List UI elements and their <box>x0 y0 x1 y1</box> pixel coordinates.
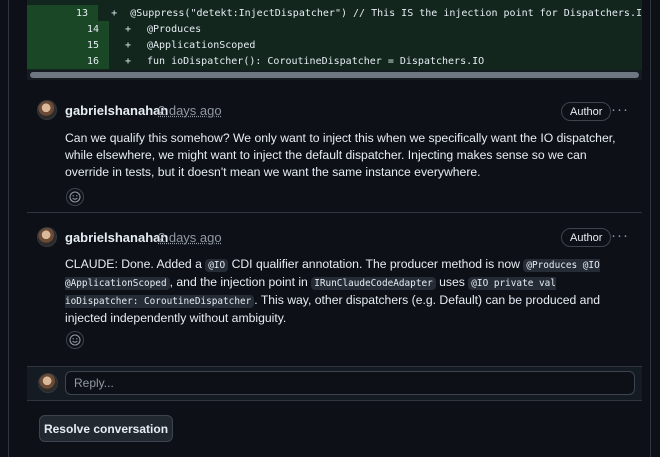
smiley-icon <box>69 334 81 346</box>
kebab-horizontal-icon[interactable]: ··· <box>611 102 629 117</box>
add-reaction-button[interactable] <box>66 188 84 206</box>
right-frame-border <box>650 0 651 457</box>
kebab-horizontal-icon[interactable]: ··· <box>611 228 629 243</box>
user-avatar[interactable] <box>37 227 57 247</box>
diff-line: 14 + @Produces <box>27 21 642 37</box>
inline-code: IRunClaudeCodeAdapter <box>311 277 436 290</box>
diff-sign: + <box>124 39 132 51</box>
scrollbar-thumb[interactable] <box>30 72 639 78</box>
author-badge: Author <box>561 228 612 247</box>
user-avatar[interactable] <box>37 100 57 120</box>
diff-sign: + <box>111 7 118 19</box>
resolve-conversation-button[interactable]: Resolve conversation <box>39 415 173 442</box>
body-text: CDI qualifier annotation. The producer m… <box>228 257 524 271</box>
comment-timestamp[interactable]: 2 days ago <box>158 230 222 245</box>
comment-divider <box>27 212 642 213</box>
left-frame-border <box>8 0 9 457</box>
author-badge: Author <box>561 102 612 121</box>
diff-sign: + <box>124 55 132 67</box>
reply-input[interactable]: Reply... <box>65 371 635 395</box>
diff-code: @Suppress("detekt:InjectDispatcher") // … <box>130 7 642 19</box>
line-number: 14 <box>27 21 109 37</box>
body-text: , and the injection point in <box>169 275 312 289</box>
body-text: uses <box>435 275 469 289</box>
comment-timestamp[interactable]: 2 days ago <box>158 103 222 118</box>
inline-code: @IO <box>205 259 229 272</box>
diff-line: 13 + @Suppress("detekt:InjectDispatcher"… <box>27 5 642 21</box>
line-number: 15 <box>27 37 109 53</box>
comment-body: Can we qualify this somehow? We only wan… <box>65 131 616 180</box>
diff-code: @Produces <box>147 23 202 35</box>
line-number: 16 <box>27 53 109 69</box>
diff-code: fun ioDispatcher(): CoroutineDispatcher … <box>147 55 485 67</box>
smiley-icon <box>69 191 81 203</box>
comment-author[interactable]: gabrielshanahan <box>65 230 168 245</box>
user-avatar <box>38 373 58 393</box>
comment-body: CLAUDE: Done. Added a @IO CDI qualifier … <box>65 256 633 327</box>
diff-line: 16 + fun ioDispatcher(): CoroutineDispat… <box>27 53 642 69</box>
add-reaction-button[interactable] <box>66 331 84 349</box>
line-number: 13 <box>27 5 99 21</box>
diff-code: @ApplicationScoped <box>147 39 256 51</box>
diff-sign: + <box>124 23 132 35</box>
body-text: CLAUDE: Done. Added a <box>65 257 206 271</box>
diff-block: 13 + @Suppress("detekt:InjectDispatcher"… <box>27 0 642 70</box>
horizontal-scrollbar[interactable] <box>27 70 642 80</box>
comment-author[interactable]: gabrielshanahan <box>65 103 168 118</box>
diff-line: 15 + @ApplicationScoped <box>27 37 642 53</box>
